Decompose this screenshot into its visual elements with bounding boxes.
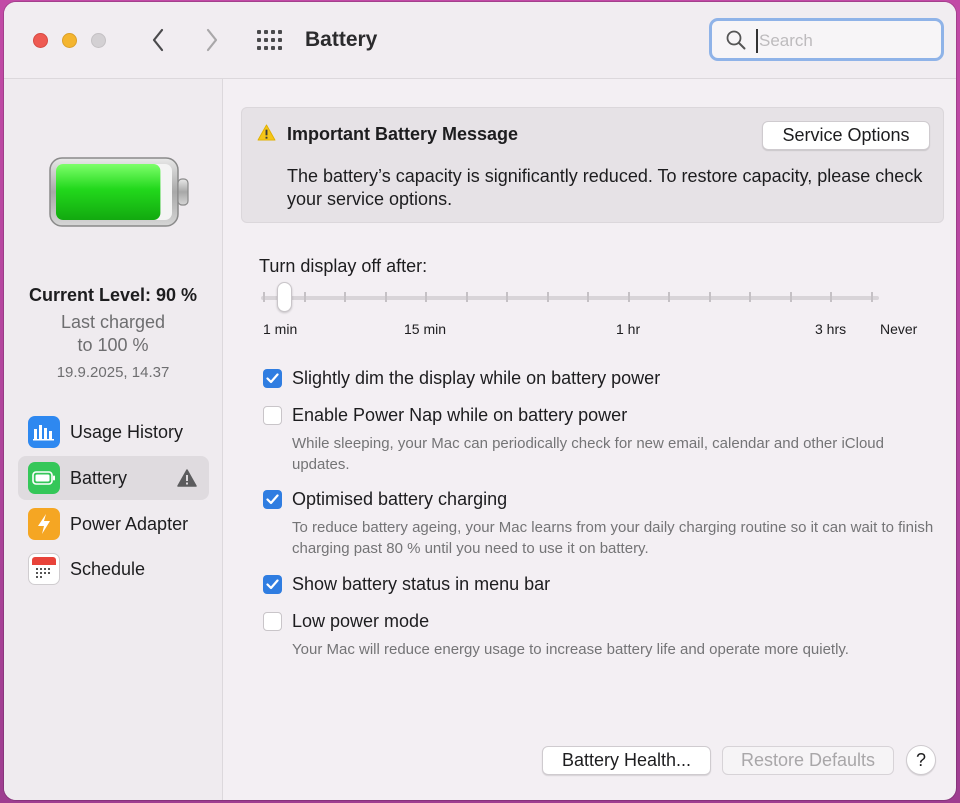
menu-bar-status-label: Show battery status in menu bar <box>292 574 551 594</box>
sidebar-item-battery[interactable]: Battery <box>18 456 209 500</box>
menu-bar-status-checkbox[interactable] <box>263 575 282 594</box>
main-panel: Important Battery Message Service Option… <box>223 79 956 800</box>
slider-tick <box>303 292 306 302</box>
sidebar-item-label: Battery <box>70 467 128 488</box>
slider-tick <box>789 292 792 302</box>
sidebar-item-usage-history[interactable]: Usage History <box>18 410 209 454</box>
display-off-slider[interactable] <box>261 296 879 300</box>
slider-tick <box>263 292 265 302</box>
low-power-mode-description: Your Mac will reduce energy usage to inc… <box>292 641 849 658</box>
optimised-charging-checkbox[interactable] <box>263 490 282 509</box>
title-bar: Battery <box>4 2 956 79</box>
bar-chart-icon <box>28 416 60 448</box>
battery-level-icon <box>49 157 189 227</box>
sidebar-item-label: Schedule <box>70 558 146 579</box>
checkmark-icon <box>266 494 279 505</box>
dim-display-checkbox-row[interactable]: Slightly dim the display while on batter… <box>263 368 660 389</box>
restore-defaults-button[interactable]: Restore Defaults <box>722 746 894 775</box>
service-options-button[interactable]: Service Options <box>762 121 930 150</box>
zoom-button[interactable] <box>91 33 106 48</box>
low-power-mode-checkbox-row[interactable]: Low power mode <box>263 611 429 632</box>
message-title: Important Battery Message <box>287 124 519 144</box>
search-input[interactable] <box>756 29 931 53</box>
low-power-mode-checkbox[interactable] <box>263 612 282 631</box>
slider-mark-15-min: 15 min <box>404 321 447 337</box>
power-nap-checkbox-row[interactable]: Enable Power Nap while on battery power <box>263 405 627 426</box>
warning-icon <box>257 124 276 141</box>
sidebar-item-label: Usage History <box>70 421 184 442</box>
slider-tick <box>668 292 670 302</box>
slider-tick <box>344 292 346 302</box>
sidebar-item-label: Power Adapter <box>70 513 189 534</box>
last-charged-label: Last charged <box>60 312 166 332</box>
chevron-right-icon <box>206 28 218 52</box>
power-nap-label: Enable Power Nap while on battery power <box>292 405 628 425</box>
slider-knob[interactable] <box>277 282 292 312</box>
slider-tick <box>506 292 508 302</box>
slider-mark-never: Never <box>880 321 918 337</box>
last-charged-date: 19.9.2025, 14.37 <box>56 364 170 381</box>
slider-mark-1-min: 1 min <box>263 321 298 337</box>
battery-icon <box>28 462 60 494</box>
slider-tick <box>749 292 751 302</box>
optimised-charging-description: To reduce battery ageing, your Mac learn… <box>292 519 934 557</box>
show-all-button[interactable] <box>256 29 284 51</box>
preferences-window: Battery Current Level: 90 % Last charged <box>4 2 956 800</box>
search-field[interactable] <box>709 18 944 61</box>
optimised-charging-checkbox-row[interactable]: Optimised battery charging <box>263 489 507 510</box>
battery-message-box: Important Battery Message Service Option… <box>241 107 944 223</box>
checkmark-icon <box>266 579 279 590</box>
menu-bar-status-checkbox-row[interactable]: Show battery status in menu bar <box>263 574 550 595</box>
checkmark-icon <box>266 373 279 384</box>
dim-display-label: Slightly dim the display while on batter… <box>292 368 661 388</box>
back-button[interactable] <box>144 24 172 56</box>
sidebar-item-schedule[interactable]: Schedule <box>18 547 209 591</box>
power-nap-checkbox[interactable] <box>263 406 282 425</box>
current-level-text: Current Level: 90 % <box>28 285 198 305</box>
sidebar: Current Level: 90 % Last charged to 100 … <box>4 79 223 800</box>
grid-icon <box>257 30 282 50</box>
slider-tick <box>465 292 468 302</box>
slider-mark-1-hr: 1 hr <box>616 321 641 337</box>
slider-tick <box>870 292 873 302</box>
slider-tick <box>587 292 589 302</box>
slider-tick <box>425 292 427 302</box>
last-charged-level: to 100 % <box>77 335 149 355</box>
sidebar-item-power-adapter[interactable]: Power Adapter <box>18 502 209 546</box>
low-power-mode-label: Low power mode <box>292 611 430 631</box>
slider-mark-3-hrs: 3 hrs <box>815 321 847 337</box>
dim-display-checkbox[interactable] <box>263 369 282 388</box>
warning-icon <box>177 469 197 487</box>
chevron-left-icon <box>152 28 164 52</box>
calendar-icon <box>28 553 60 585</box>
battery-health-button[interactable]: Battery Health... <box>542 746 711 775</box>
display-off-label: Turn display off after: <box>259 256 428 276</box>
slider-tick <box>546 292 549 302</box>
help-button[interactable]: ? <box>906 745 936 775</box>
minimize-button[interactable] <box>62 33 77 48</box>
slider-tick <box>708 292 711 302</box>
slider-tick <box>830 292 832 302</box>
lightning-icon <box>28 508 60 540</box>
slider-tick <box>384 292 387 302</box>
last-charged-text: Last charged to 100 % <box>4 311 222 357</box>
power-nap-description: While sleeping, your Mac can periodicall… <box>292 435 884 473</box>
message-body: The battery’s capacity is significantly … <box>287 166 923 209</box>
slider-tick <box>627 292 630 302</box>
close-button[interactable] <box>33 33 48 48</box>
window-title: Battery <box>305 28 378 51</box>
forward-button[interactable] <box>198 24 226 56</box>
search-icon <box>726 30 746 50</box>
optimised-charging-label: Optimised battery charging <box>292 489 508 509</box>
